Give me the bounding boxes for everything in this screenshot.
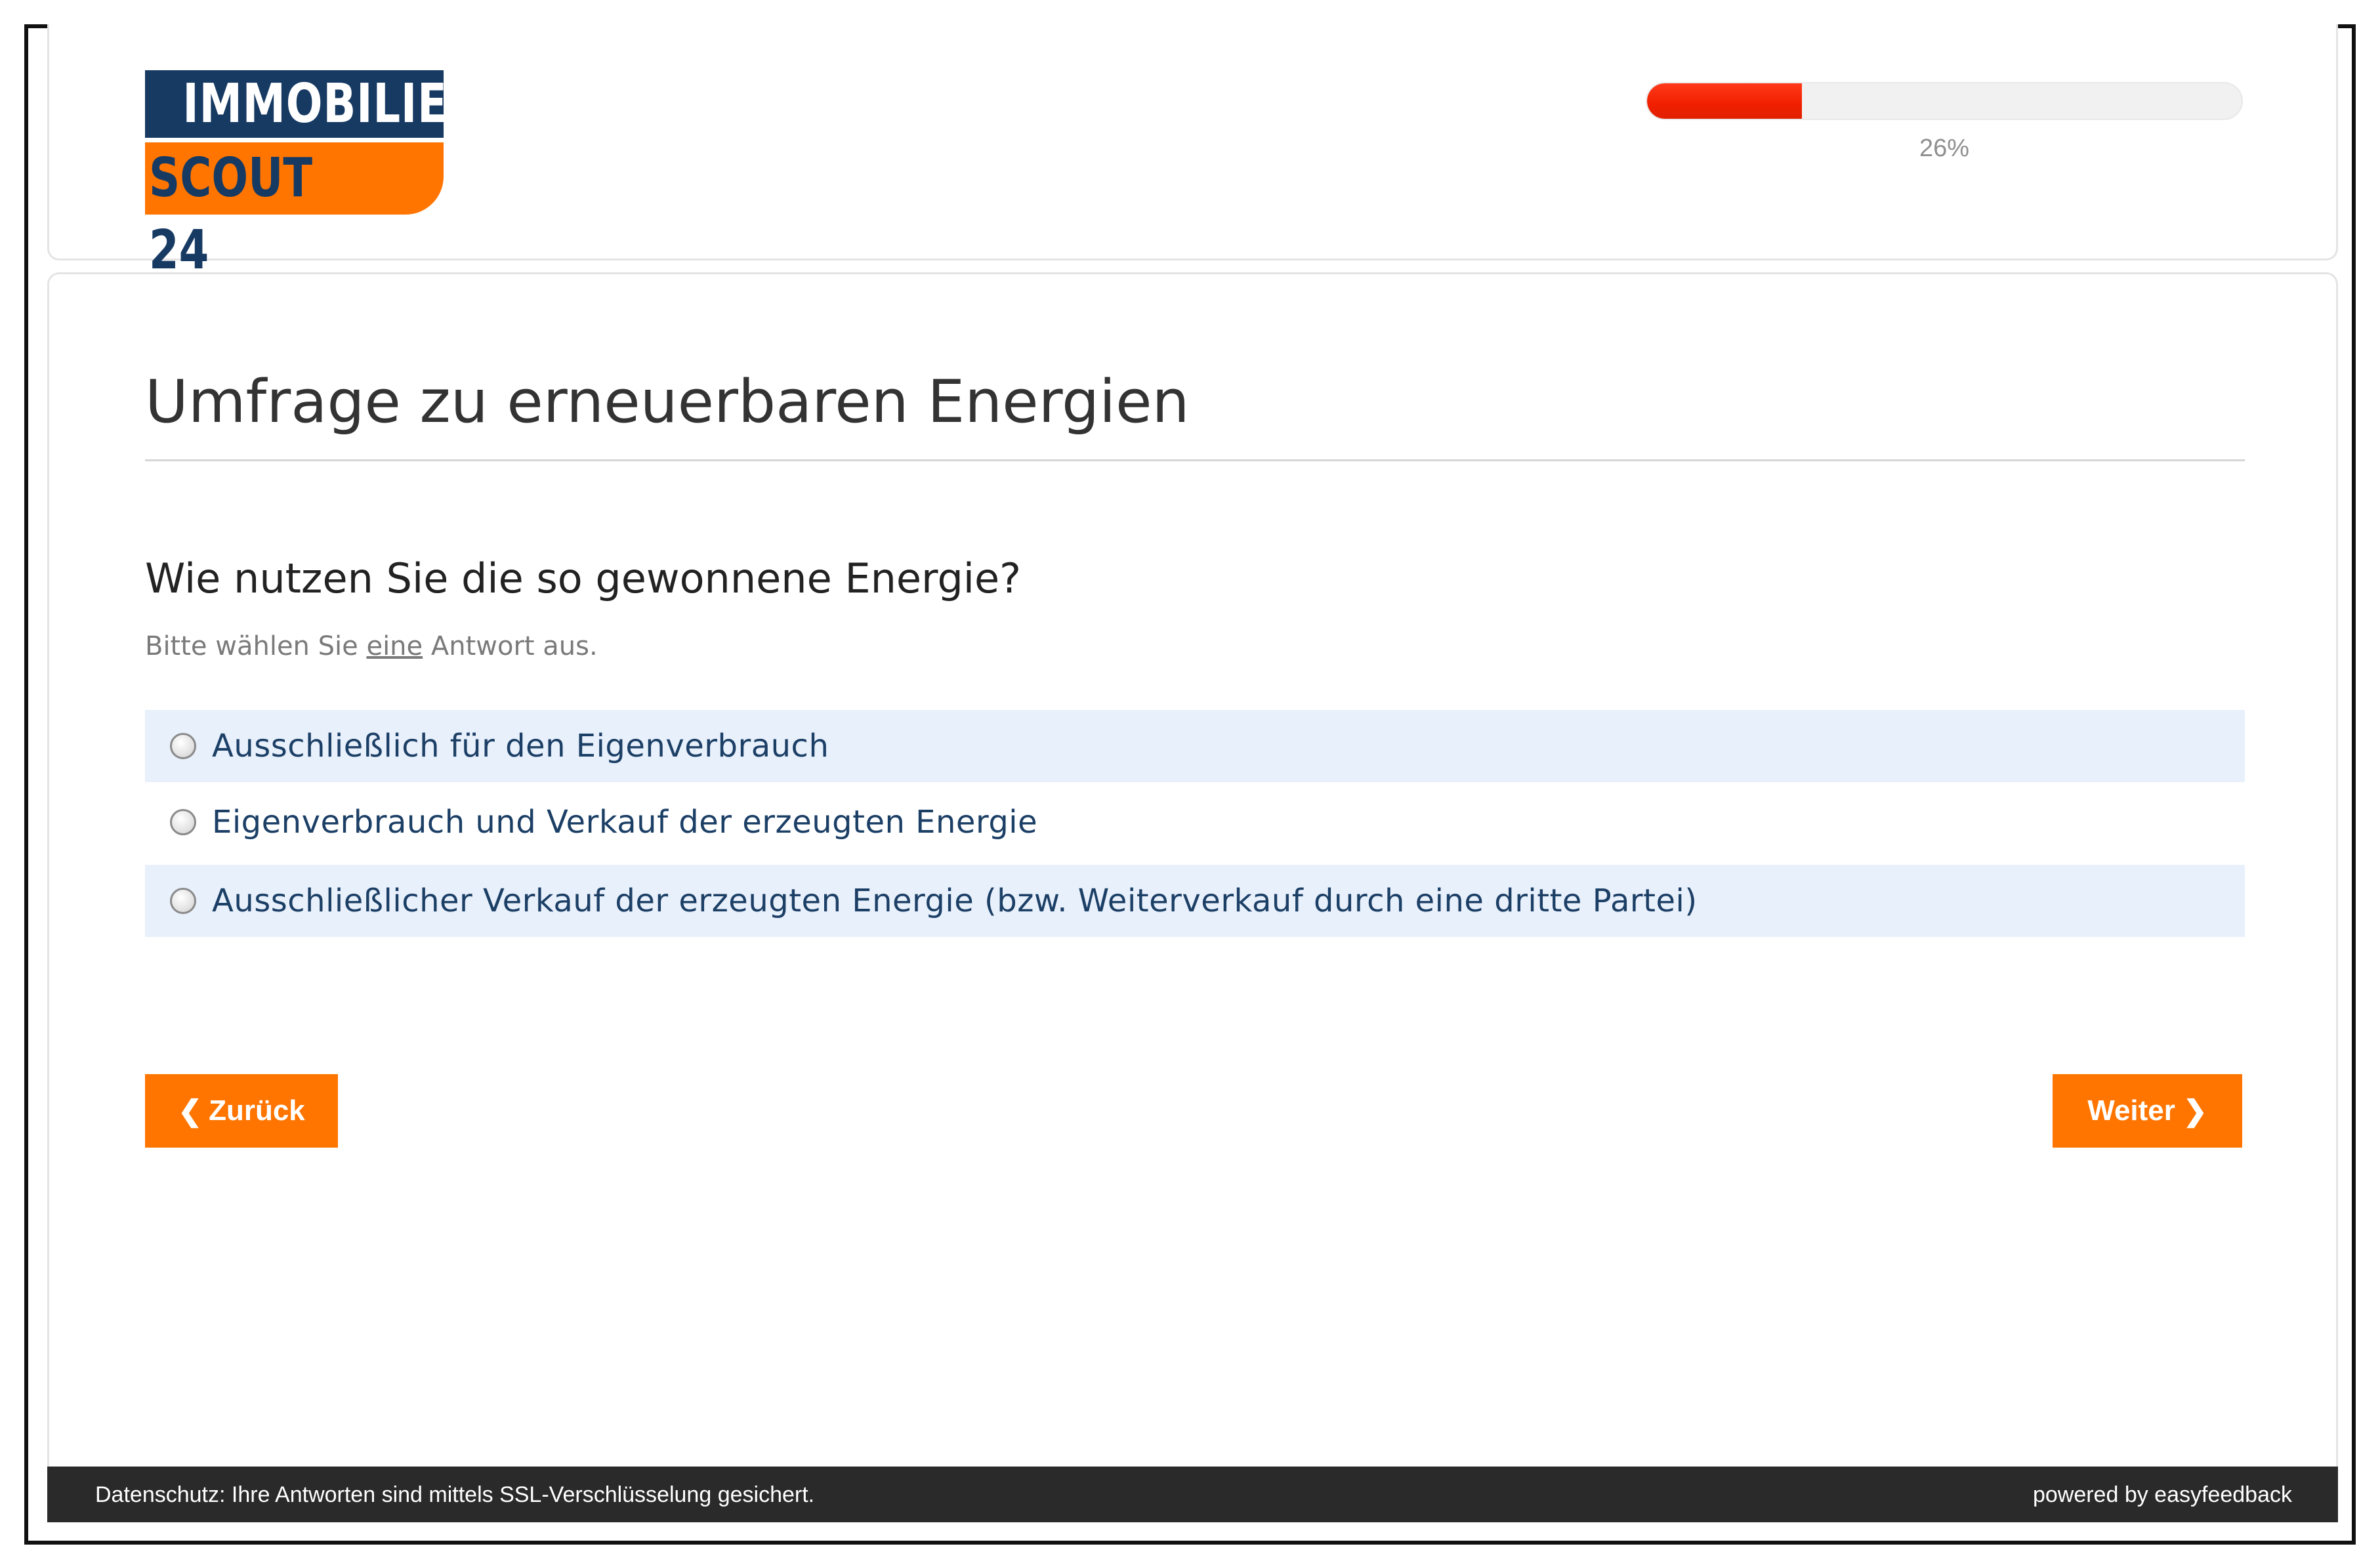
logo-line-1: IMMOBILIEN [145, 70, 484, 138]
progress-percent: 26% [1919, 135, 1970, 162]
answer-option-2[interactable]: Eigenverbrauch und Verkauf der erzeugten… [145, 786, 2245, 858]
chevron-left-icon: ❮ [178, 1094, 203, 1127]
powered-by-link[interactable]: powered by easyfeedback [2033, 1482, 2292, 1508]
progress-bar [1646, 82, 2243, 120]
chevron-right-icon: ❯ [2182, 1094, 2207, 1127]
next-button[interactable]: Weiter ❯ [2053, 1074, 2242, 1148]
answer-option-1[interactable]: Ausschließlich für den Eigenverbrauch [145, 710, 2245, 782]
hint-text-end: Antwort aus. [423, 631, 598, 661]
back-button[interactable]: ❮ Zurück [145, 1074, 338, 1148]
answer-option-1-label[interactable]: Ausschließlich für den Eigenverbrauch [212, 728, 829, 764]
answer-option-2-label[interactable]: Eigenverbrauch und Verkauf der erzeugten… [212, 804, 1037, 841]
page-title: Umfrage zu erneuerbaren Energien [145, 367, 1190, 436]
question-text: Wie nutzen Sie die so gewonnene Energie? [145, 554, 1022, 602]
radio-button-3[interactable] [170, 888, 196, 914]
answer-hint: Bitte wählen Sie eine Antwort aus. [145, 631, 598, 661]
answer-option-3[interactable]: Ausschließlicher Verkauf der erzeugten E… [145, 865, 2245, 937]
answer-option-3-label[interactable]: Ausschließlicher Verkauf der erzeugten E… [212, 883, 1698, 919]
radio-button-2[interactable] [170, 809, 196, 835]
logo-line-2: SCOUT 24 [145, 142, 444, 281]
footer-bar: Datenschutz: Ihre Antworten sind mittels… [47, 1467, 2338, 1522]
hint-emphasis: eine [366, 631, 423, 661]
immobilienscout24-logo[interactable]: IMMOBILIEN SCOUT 24 [145, 70, 484, 281]
next-button-label: Weiter [2087, 1094, 2175, 1127]
back-button-label: Zurück [209, 1094, 305, 1127]
progress-bar-fill [1647, 83, 1802, 119]
title-divider [145, 459, 2245, 461]
radio-button-1[interactable] [170, 733, 196, 759]
hint-text-start: Bitte wählen Sie [145, 631, 367, 661]
privacy-notice: Datenschutz: Ihre Antworten sind mittels… [95, 1482, 815, 1507]
